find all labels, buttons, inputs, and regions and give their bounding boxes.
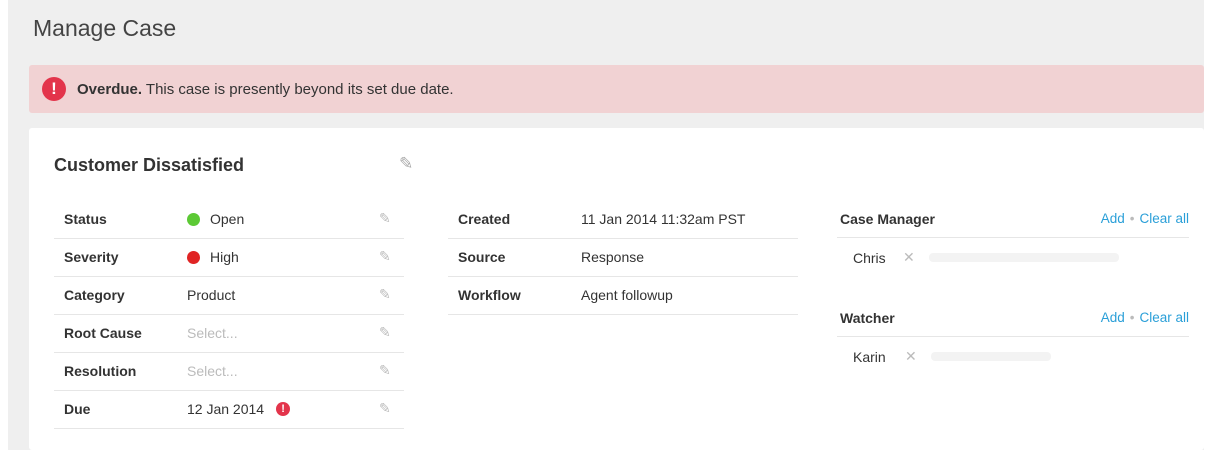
status-text: Open [210,211,245,227]
watcher-clear-all-link[interactable]: Clear all [1139,310,1189,325]
alert-text: Overdue. This case is presently beyond i… [77,81,454,98]
edit-root-cause-pencil-icon[interactable]: ✎ [379,324,391,341]
edit-resolution-pencil-icon[interactable]: ✎ [379,362,391,379]
meta-row-source: Source Response [448,239,798,277]
watcher-person: Karin ✕ [837,337,1189,375]
watcher-header: Watcher Add • Clear all [837,300,1189,337]
workflow-link[interactable]: Agent followup [581,287,673,303]
edit-category-pencil-icon[interactable]: ✎ [379,286,391,303]
overdue-warning-icon: ! [276,402,291,416]
case-title: Customer Dissatisfied [54,155,245,175]
detail-row-due: Due 12 Jan 2014! ✎ [54,391,404,429]
due-text: 12 Jan 2014 [187,401,265,417]
separator-dot: • [1129,211,1135,226]
watcher-add-link[interactable]: Add [1101,310,1125,325]
case-manager-add-link[interactable]: Add [1101,211,1125,226]
case-manager-clear-all-link[interactable]: Clear all [1139,211,1189,226]
case-manager-label: Case Manager [840,211,935,227]
resolution-label: Resolution [64,363,137,379]
created-value: 11 Jan 2014 11:32am PST [581,211,746,227]
case-manager-actions: Add • Clear all [1101,211,1189,226]
edit-severity-pencil-icon[interactable]: ✎ [379,248,391,265]
source-label: Source [458,249,506,265]
alert-message: This case is presently beyond its set du… [142,80,454,98]
due-value: 12 Jan 2014! [187,401,291,417]
case-manager-person: Chris ✕ [837,238,1189,276]
watcher-actions: Add • Clear all [1101,310,1189,325]
remove-person-close-icon[interactable]: ✕ [905,348,917,365]
created-label: Created [458,211,511,227]
alert-strong: Overdue. [77,80,143,98]
meta-row-workflow: Workflow Agent followup [448,277,798,315]
page-title: Manage Case [33,15,177,41]
status-dot-icon [187,212,200,226]
status-value: Open [187,211,244,227]
details-column: Status Open ✎ Severity High ✎ Category P… [54,201,404,429]
status-label: Status [64,211,107,227]
watcher-label: Watcher [840,310,895,326]
severity-label: Severity [64,249,119,265]
people-column: Case Manager Add • Clear all Chris ✕ Watch… [837,201,1189,375]
category-label: Category [64,287,125,303]
resolution-select[interactable]: Select... [187,363,238,379]
detail-row-category: Category Product ✎ [54,277,404,315]
meta-column: Created 11 Jan 2014 11:32am PST Source R… [448,201,798,315]
meta-row-created: Created 11 Jan 2014 11:32am PST [448,201,798,239]
redacted-email [931,352,1051,361]
workflow-label: Workflow [458,287,521,303]
case-manager-header: Case Manager Add • Clear all [837,201,1189,238]
edit-status-pencil-icon[interactable]: ✎ [379,210,391,227]
case-card: Customer Dissatisfied ✎ Status Open ✎ Se… [29,128,1204,450]
overdue-alert: ! Overdue. This case is presently beyond… [29,65,1204,113]
detail-row-status: Status Open ✎ [54,201,404,239]
edit-due-pencil-icon[interactable]: ✎ [379,400,391,417]
detail-row-root-cause: Root Cause Select... ✎ [54,315,404,353]
category-value: Product [187,287,236,303]
edit-title-pencil-icon[interactable]: ✎ [399,154,413,174]
separator-dot: • [1129,310,1135,325]
due-label: Due [64,401,91,417]
exclamation-icon: ! [42,77,66,101]
source-link[interactable]: Response [581,249,644,265]
detail-row-resolution: Resolution Select... ✎ [54,353,404,391]
severity-text: High [210,249,239,265]
root-cause-select[interactable]: Select... [187,325,238,341]
redacted-email [929,253,1119,262]
severity-dot-icon [187,250,200,264]
detail-row-severity: Severity High ✎ [54,239,404,277]
root-cause-label: Root Cause [64,325,142,341]
remove-person-close-icon[interactable]: ✕ [903,249,915,266]
severity-value: High [187,249,239,265]
person-name: Chris [853,250,886,266]
manage-case-view: Manage Case ! Overdue. This case is pres… [8,0,1204,450]
person-name: Karin [853,349,886,365]
